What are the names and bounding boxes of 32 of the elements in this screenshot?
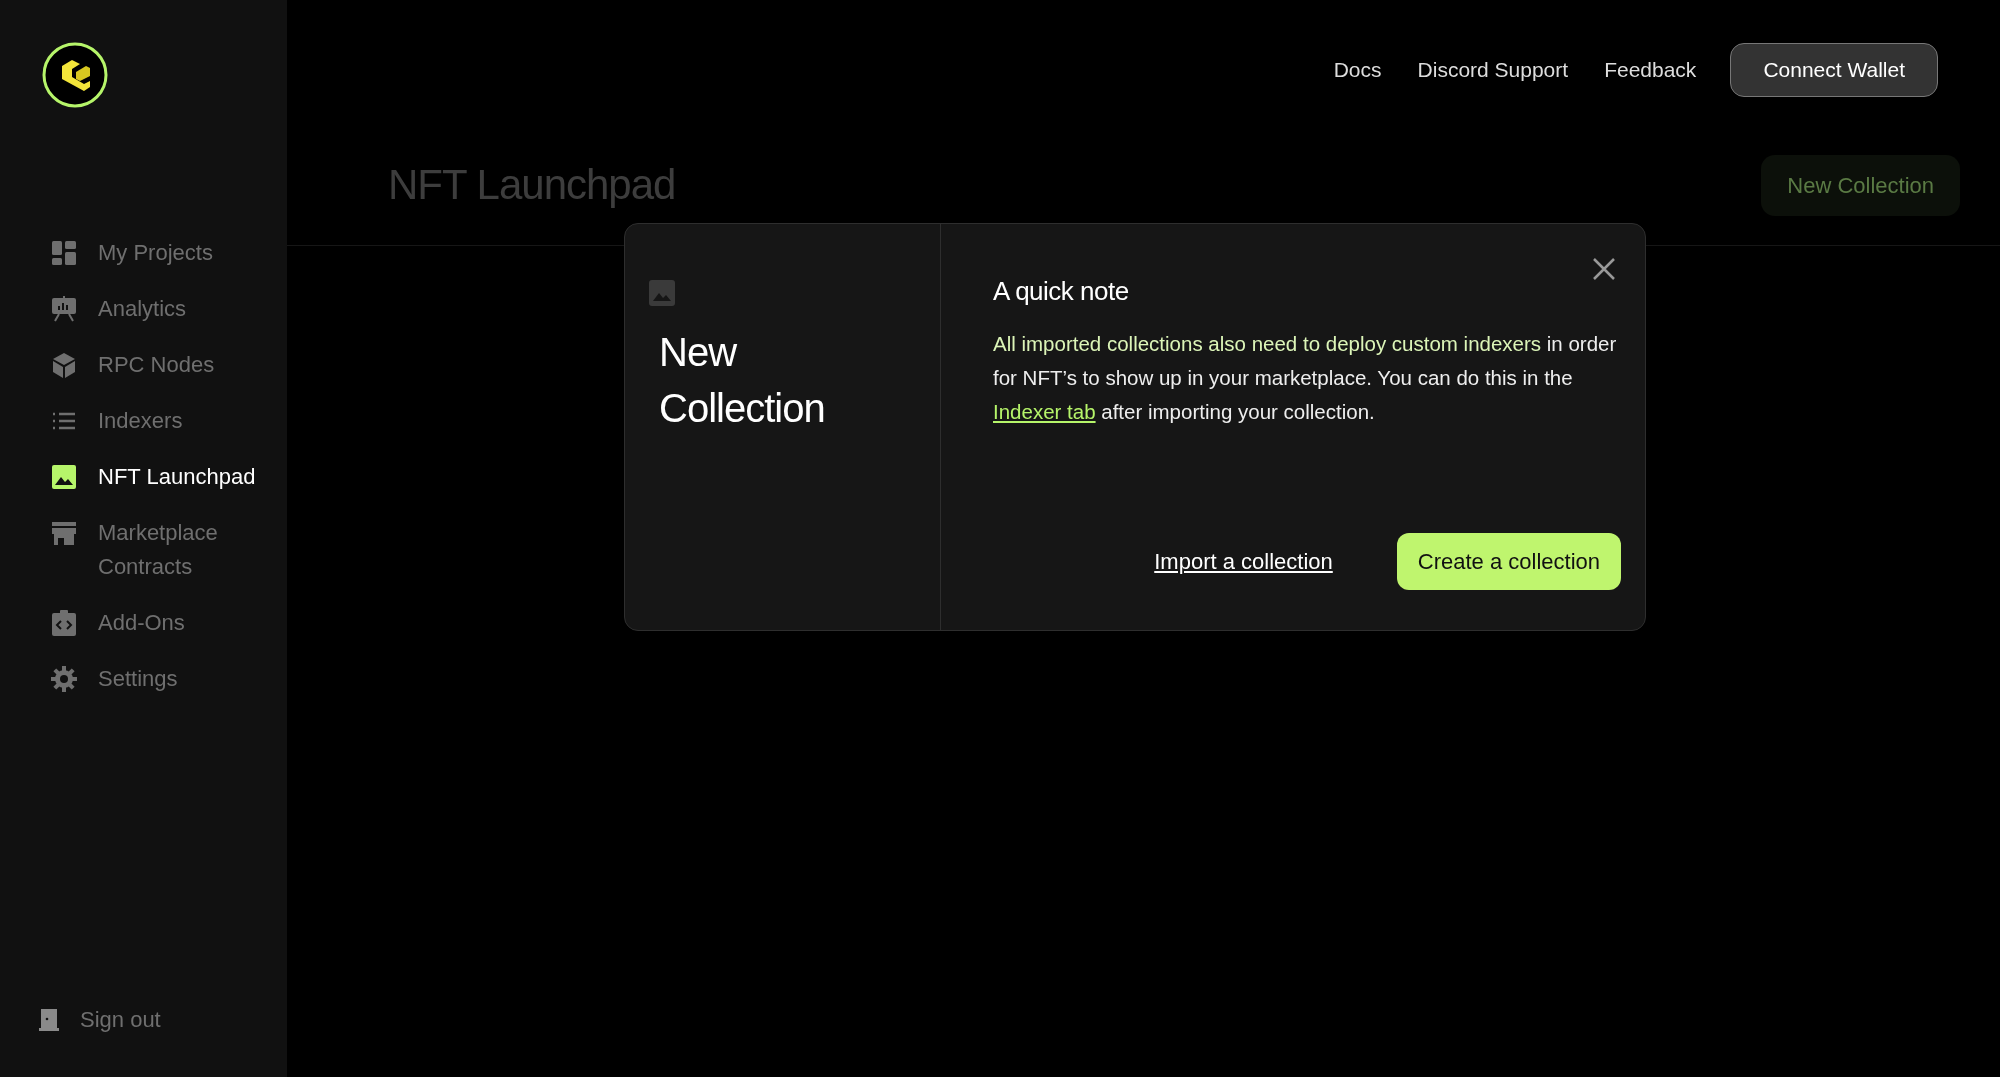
sidebar-item[interactable]: Analytics bbox=[0, 292, 287, 326]
connect-wallet-button[interactable]: Connect Wallet bbox=[1730, 43, 1938, 97]
logo-icon[interactable] bbox=[42, 42, 108, 108]
grid-icon bbox=[50, 239, 78, 267]
sidebar-item[interactable]: RPC Nodes bbox=[0, 348, 287, 382]
new-collection-button[interactable]: New Collection bbox=[1761, 155, 1960, 216]
indexer-tab-link[interactable]: Indexer tab bbox=[993, 400, 1096, 424]
presentation-icon bbox=[50, 295, 78, 323]
gear-icon bbox=[50, 665, 78, 693]
sidebar-item[interactable]: Add-Ons bbox=[0, 606, 287, 640]
door-icon bbox=[38, 1007, 60, 1032]
note-text: All imported collections also need to deploy custom indexers in order for NFT’s to show up in your marketplace. You can do this in the Indexer tab after importing your collection. bbox=[993, 331, 1618, 426]
sidebar-item[interactable]: Marketplace Contracts bbox=[0, 516, 287, 584]
modal-heading: A quick note bbox=[993, 276, 1130, 308]
close-icon[interactable] bbox=[1591, 256, 1617, 282]
sidebar-item[interactable]: Indexers bbox=[0, 404, 287, 438]
sidebar-item[interactable]: NFT Launchpad bbox=[0, 460, 287, 494]
page-title: NFT Launchpad bbox=[388, 160, 676, 211]
image-icon bbox=[649, 280, 675, 306]
nav-link[interactable]: Feedback bbox=[1604, 54, 1697, 86]
sidebar-item[interactable]: Settings bbox=[0, 662, 287, 696]
modal-side-title: New Collection bbox=[659, 329, 826, 432]
sign-out-button[interactable]: Sign out bbox=[0, 1002, 287, 1037]
nav-link[interactable]: Discord Support bbox=[1417, 54, 1569, 86]
sidebar-item[interactable]: My Projects bbox=[0, 236, 287, 270]
cube-icon bbox=[50, 351, 78, 379]
image-icon bbox=[50, 463, 78, 491]
import-collection-link[interactable]: Import a collection bbox=[1154, 545, 1333, 578]
nav-link[interactable]: Docs bbox=[1333, 54, 1382, 86]
code-file-icon bbox=[50, 609, 78, 637]
create-collection-button[interactable]: Create a collection bbox=[1396, 533, 1621, 590]
store-icon bbox=[50, 519, 78, 547]
